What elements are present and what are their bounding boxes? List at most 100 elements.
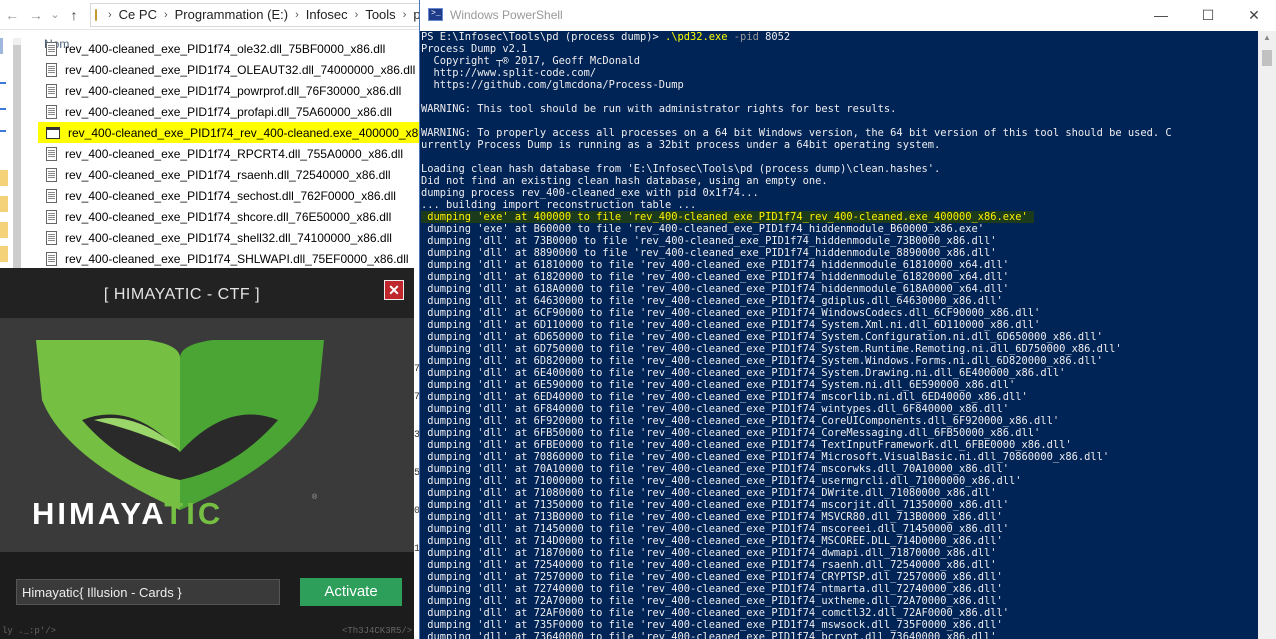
file-row[interactable]: rev_400-cleaned_exe_PID1f74_rsaenh.dll_7… [38, 164, 420, 185]
crackme-titlebar[interactable]: [ HIMAYATIC - CTF ] ✕ [0, 268, 414, 318]
dll-file-icon [46, 41, 57, 56]
file-name: rev_400-cleaned_exe_PID1f74_shell32.dll_… [65, 230, 392, 245]
nav-pane-marker [0, 38, 8, 54]
console-line: Copyright ┬® 2017, Geoff McDonald [421, 55, 640, 67]
console-line: Process Dump v2.1 [421, 43, 528, 55]
file-name: rev_400-cleaned_exe_PID1f74_rsaenh.dll_7… [65, 167, 391, 182]
recent-locations-icon[interactable]: ⌄ [48, 0, 62, 30]
file-row[interactable]: rev_400-cleaned_exe_PID1f74_profapi.dll_… [38, 101, 420, 122]
crackme-title: [ HIMAYATIC - CTF ] [103, 286, 261, 303]
dump-line: dumping 'dll' at 72540000 to file 'rev_4… [421, 559, 997, 571]
console-line: ... building import reconstruction table… [421, 199, 697, 211]
dump-line: dumping 'exe' at B60000 to file 'rev_400… [421, 223, 985, 235]
file-list: rev_400-cleaned_exe_PID1f74_ole32.dll_75… [38, 38, 420, 269]
file-name: rev_400-cleaned_exe_PID1f74_rev_400-clea… [68, 125, 420, 140]
brand-wordmark: HIMAYATIC [32, 496, 223, 532]
dump-line: dumping 'dll' at 6F840000 to file 'rev_4… [421, 403, 1010, 415]
dump-line: dumping 'dll' at 6D650000 to file 'rev_4… [421, 331, 1103, 343]
maximize-icon[interactable]: ☐ [1196, 4, 1220, 26]
dump-line: dumping 'dll' at 71870000 to file 'rev_4… [421, 547, 997, 559]
file-row[interactable]: rev_400-cleaned_exe_PID1f74_shcore.dll_7… [38, 206, 420, 227]
file-row[interactable]: rev_400-cleaned_exe_PID1f74_SHLWAPI.dll_… [38, 248, 420, 269]
dump-line: dumping 'dll' at 6F920000 to file 'rev_4… [421, 415, 1060, 427]
console-line: WARNING: This tool should be run with ad… [421, 103, 897, 115]
file-row[interactable]: rev_400-cleaned_exe_PID1f74_shell32.dll_… [38, 227, 420, 248]
breadcrumb-drive[interactable]: Programmation (E:) [175, 7, 288, 22]
nav-pane-marker [0, 130, 6, 132]
file-name: rev_400-cleaned_exe_PID1f74_RPCRT4.dll_7… [65, 146, 404, 161]
highlighted-dump-line: dumping 'exe' at 400000 to file 'rev_400… [421, 211, 1035, 223]
forward-arrow-icon[interactable]: → [24, 0, 48, 30]
dll-file-icon [46, 251, 57, 266]
brand-accent-text: TIC [164, 496, 224, 531]
dump-line: dumping 'dll' at 70860000 to file 'rev_4… [421, 451, 1110, 463]
folder-icon [0, 246, 8, 262]
file-name: rev_400-cleaned_exe_PID1f74_powrprof.dll… [65, 83, 402, 98]
dump-line: dumping 'dll' at 71080000 to file 'rev_4… [421, 487, 997, 499]
dll-file-icon [46, 167, 57, 182]
breadcrumb-infosec[interactable]: Infosec [306, 7, 348, 22]
dump-line: dumping 'dll' at 71350000 to file 'rev_4… [421, 499, 1010, 511]
console-output[interactable]: PS E:\Infosec\Tools\pd (process dump)> .… [420, 31, 1258, 639]
dump-line: dumping 'dll' at 8890000 to file 'rev_40… [421, 247, 997, 259]
close-icon[interactable]: ✕ [1242, 4, 1266, 26]
dump-line: dumping 'dll' at 6E590000 to file 'rev_4… [421, 379, 1016, 391]
folder-icon [0, 196, 8, 212]
dump-line: dumping 'dll' at 61820000 to file 'rev_4… [421, 271, 1010, 283]
dll-file-icon [46, 209, 57, 224]
console-line: urrently Process Dump is running as a 32… [421, 139, 941, 151]
console-line: https://github.com/glmcdona/Process-Dump [421, 79, 684, 91]
file-row[interactable]: rev_400-cleaned_exe_PID1f74_powrprof.dll… [38, 80, 420, 101]
file-row[interactable]: rev_400-cleaned_exe_PID1f74_RPCRT4.dll_7… [38, 143, 420, 164]
file-row[interactable]: rev_400-cleaned_exe_PID1f74_OLEAUT32.dll… [38, 59, 420, 80]
folder-icon [0, 222, 8, 238]
dump-line: dumping 'dll' at 71450000 to file 'rev_4… [421, 523, 1010, 535]
explorer-scrollbar-thumb[interactable] [13, 45, 21, 270]
console-line: WARNING: To properly access all processe… [421, 127, 1172, 139]
up-arrow-icon[interactable]: ↑ [62, 0, 86, 30]
dump-line: dumping 'dll' at 71000000 to file 'rev_4… [421, 475, 1022, 487]
dump-line: dumping 'dll' at 73640000 to file 'rev_4… [421, 631, 997, 639]
file-name: rev_400-cleaned_exe_PID1f74_profapi.dll_… [65, 104, 392, 119]
param-text: -pid [727, 31, 766, 43]
dump-line: dumping 'dll' at 72570000 to file 'rev_4… [421, 571, 1003, 583]
file-name: rev_400-cleaned_exe_PID1f74_shcore.dll_7… [65, 209, 392, 224]
file-row[interactable]: rev_400-cleaned_exe_PID1f74_sechost.dll_… [38, 185, 420, 206]
address-bar[interactable]: › Ce PC › Programmation (E:) › Infosec ›… [90, 2, 420, 27]
dump-line: dumping 'dll' at 6D750000 to file 'rev_4… [421, 343, 1122, 355]
dll-file-icon [46, 188, 57, 203]
file-row-selected[interactable]: rev_400-cleaned_exe_PID1f74_rev_400-clea… [38, 122, 420, 143]
command-line: PS E:\Infosec\Tools\pd (process dump)> .… [421, 31, 1172, 43]
powershell-window: >_ Windows PowerShell — ☐ ✕ PS E:\Infose… [419, 0, 1276, 639]
dump-line: dumping 'dll' at 72740000 to file 'rev_4… [421, 583, 1003, 595]
console-line: Did not find an existing clean hash data… [421, 175, 828, 187]
activate-button[interactable]: Activate [300, 578, 402, 606]
console-line: http://www.split-code.com/ [421, 67, 597, 79]
back-arrow-icon[interactable]: ← [0, 0, 24, 30]
dump-line: dumping 'dll' at 72AF0000 to file 'rev_4… [421, 607, 1010, 619]
file-row[interactable]: rev_400-cleaned_exe_PID1f74_ole32.dll_75… [38, 38, 420, 59]
breadcrumb-tools[interactable]: Tools [365, 7, 395, 22]
chevron-right-icon: › [402, 8, 407, 21]
dll-file-icon [46, 62, 57, 77]
logo-panel: HIMAYATIC ® [0, 318, 414, 552]
console-scrollbar[interactable] [1258, 31, 1276, 639]
console-lines: PS E:\Infosec\Tools\pd (process dump)> .… [420, 31, 1172, 639]
prompt-text: PS E:\Infosec\Tools\pd (process dump)> [421, 31, 665, 43]
nav-pane-marker [0, 82, 6, 84]
dump-line: dumping 'dll' at 6D820000 to file 'rev_4… [421, 355, 1103, 367]
dump-line: dumping 'dll' at 6D110000 to file 'rev_4… [421, 319, 1041, 331]
scroll-up-icon[interactable]: ▲ [1261, 33, 1273, 45]
flag-input[interactable]: Himayatic{ Illusion - Cards } [16, 579, 280, 605]
powershell-titlebar[interactable]: >_ Windows PowerShell — ☐ ✕ [420, 0, 1276, 31]
explorer-toolbar: ← → ⌄ ↑ › Ce PC › Programmation (E:) › I… [0, 0, 420, 30]
dump-line: dumping 'dll' at 6E400000 to file 'rev_4… [421, 367, 1066, 379]
close-icon[interactable]: ✕ [384, 280, 404, 300]
console-scrollbar-thumb[interactable] [1262, 50, 1272, 66]
breadcrumb-this-pc[interactable]: Ce PC [119, 7, 157, 22]
minimize-icon[interactable]: — [1149, 4, 1173, 26]
dump-line: dumping 'dll' at 61810000 to file 'rev_4… [421, 259, 1010, 271]
